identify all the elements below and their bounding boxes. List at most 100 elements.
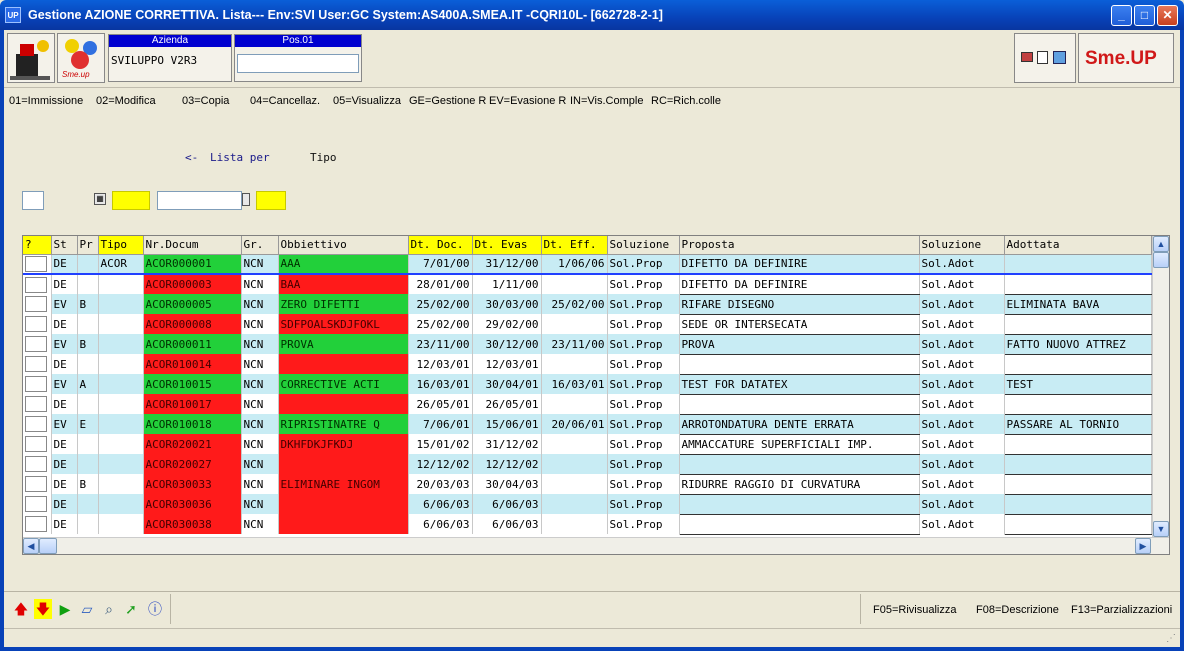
cell-sol: Sol.Prop xyxy=(607,334,680,354)
row-option-input[interactable] xyxy=(23,514,52,534)
table-row[interactable]: DE B ACOR030033 NCN ELIMINARE INGOM 20/03/03 3… xyxy=(23,474,1152,495)
cell-pr xyxy=(77,514,99,534)
azienda-value: SVILUPPO V2R3 xyxy=(111,54,198,67)
col-header-dt-eff[interactable]: Dt. Eff. xyxy=(541,236,608,255)
info-icon[interactable]: ⓘ xyxy=(146,599,164,619)
cell-dtev: 1/11/00 xyxy=(472,274,542,294)
cell-dteff xyxy=(541,454,608,474)
cursor-icon[interactable]: ➚ xyxy=(122,599,140,619)
vertical-scrollbar[interactable]: ▲ ▼ xyxy=(1152,236,1169,538)
scroll-right-icon[interactable]: ▶ xyxy=(1135,538,1151,554)
cell-obb: RIPRISTINATRE Q xyxy=(278,414,409,434)
row-option-input[interactable] xyxy=(23,294,52,314)
cell-obb xyxy=(278,514,409,534)
col-header-nr-docum[interactable]: Nr.Docum xyxy=(143,236,242,255)
table-row[interactable]: DE ACOR030036 NCN 6/06/03 6/06/03 Sol.Prop Sol… xyxy=(23,494,1152,515)
filter-input-3[interactable] xyxy=(157,191,242,210)
pos-input[interactable] xyxy=(237,54,359,73)
cell-dtdoc: 25/02/00 xyxy=(408,314,473,334)
cell-pr xyxy=(77,454,99,474)
scroll-down-icon[interactable]: ▼ xyxy=(1153,521,1169,537)
cell-sol2: Sol.Adot xyxy=(919,494,1005,514)
app-icon[interactable]: UP xyxy=(5,7,21,23)
row-option-input[interactable] xyxy=(23,494,52,514)
cell-st: DE xyxy=(51,514,78,534)
row-option-input[interactable] xyxy=(23,334,52,354)
filter-input-4[interactable] xyxy=(256,191,286,210)
col-header-soluzione[interactable]: Soluzione xyxy=(607,236,680,255)
table-row[interactable]: EV B ACOR000011 NCN PROVA 23/11/00 30/12/00 23/… xyxy=(23,334,1152,355)
monitor-icon[interactable] xyxy=(1021,52,1033,62)
scroll-left-icon[interactable]: ◀ xyxy=(23,538,39,554)
col-header-dt-doc[interactable]: Dt. Doc. xyxy=(408,236,473,255)
row-option-input[interactable] xyxy=(23,394,52,414)
minimize-button[interactable]: _ xyxy=(1111,5,1132,26)
table-row[interactable]: DE ACOR020021 NCN DKHFDKJFKDJ 15/01/02 31/12/… xyxy=(23,434,1152,455)
cell-sol2: Sol.Adot xyxy=(919,334,1005,354)
col-header-obbiettivo[interactable]: Obbiettivo xyxy=(278,236,409,255)
document-icon[interactable] xyxy=(1037,51,1048,64)
col-header-dt-evas[interactable]: Dt. Evas xyxy=(472,236,542,255)
fkey-f05[interactable]: F05=Rivisualizza xyxy=(873,604,956,616)
row-option-input[interactable] xyxy=(23,314,52,334)
search-icon[interactable]: ⌕ xyxy=(100,599,118,619)
cell-tipo xyxy=(98,294,144,314)
resize-grip-icon[interactable]: ⋰ xyxy=(1166,633,1176,644)
maximize-button[interactable]: □ xyxy=(1134,5,1155,26)
col-header-pr[interactable]: Pr xyxy=(77,236,99,255)
cell-tipo xyxy=(98,494,144,514)
table-row[interactable]: DE ACOR000003 NCN BAA 28/01/00 1/11/00 Sol.Pro… xyxy=(23,274,1152,295)
row-option-input[interactable] xyxy=(23,354,52,374)
cell-pr xyxy=(77,254,99,275)
filter-input-1[interactable] xyxy=(22,191,44,210)
table-row[interactable]: EV E ACOR010018 NCN RIPRISTINATRE Q 7/06/01 15… xyxy=(23,414,1152,435)
filter-input-2[interactable] xyxy=(112,191,150,210)
row-option-input[interactable] xyxy=(23,254,52,275)
row-option-input[interactable] xyxy=(23,454,52,474)
scroll-up-icon[interactable]: ▲ xyxy=(1153,236,1169,252)
col-header-soluzione-2[interactable]: Soluzione xyxy=(919,236,1005,255)
scroll-thumb[interactable] xyxy=(1153,252,1169,268)
cube-icon[interactable] xyxy=(1053,51,1066,64)
table-row[interactable]: DE ACOR010017 NCN 26/05/01 26/05/01 Sol.Prop S… xyxy=(23,394,1152,415)
hscroll-thumb[interactable] xyxy=(39,538,57,554)
cell-prop xyxy=(679,514,920,535)
col-header-gr[interactable]: Gr. xyxy=(241,236,279,255)
table-row[interactable]: EV A ACOR010015 NCN CORRECTIVE ACTI 16/03/01 3… xyxy=(23,374,1152,395)
fkey-f08[interactable]: F08=Descrizione xyxy=(976,604,1059,616)
table-row[interactable]: DE ACOR010014 NCN 12/03/01 12/03/01 Sol.Prop S… xyxy=(23,354,1152,375)
cell-dteff xyxy=(541,314,608,334)
play-icon[interactable]: ▶ xyxy=(56,599,74,619)
col-header-tipo[interactable]: Tipo xyxy=(98,236,144,255)
smeup-logo-icon[interactable]: Sme.up xyxy=(57,33,105,83)
col-header-st[interactable]: St xyxy=(51,236,78,255)
row-option-input[interactable] xyxy=(23,274,52,294)
row-option-input[interactable] xyxy=(23,474,52,494)
arrow-down-icon[interactable]: 🡇 xyxy=(34,599,52,619)
spin-icon[interactable] xyxy=(242,193,250,206)
col-header-proposta[interactable]: Proposta xyxy=(679,236,920,255)
arrow-up-icon[interactable]: 🡅 xyxy=(12,599,30,619)
close-button[interactable]: ✕ xyxy=(1157,5,1178,26)
cell-sol: Sol.Prop xyxy=(607,354,680,374)
col-header-select[interactable]: ? xyxy=(23,236,52,255)
data-table: ? St Pr Tipo Nr.Docum Gr. Obbiettivo Dt.… xyxy=(23,236,1152,535)
divider xyxy=(170,594,171,624)
eraser-icon[interactable]: ▱ xyxy=(78,599,96,619)
horizontal-scrollbar[interactable]: ◀ ▶ xyxy=(23,537,1169,554)
cell-prop: AMMACCATURE SUPERFICIALI IMP. xyxy=(679,434,920,455)
row-option-input[interactable] xyxy=(23,374,52,394)
cell-dtev: 12/12/02 xyxy=(472,454,542,474)
table-row[interactable]: DE ACOR ACOR000001 NCN AAA 7/01/00 31/12/00 1/0… xyxy=(23,254,1152,275)
table-row[interactable]: DE ACOR030038 NCN 6/06/03 6/06/03 Sol.Prop Sol… xyxy=(23,514,1152,535)
row-option-input[interactable] xyxy=(23,414,52,434)
cell-ado: TEST xyxy=(1004,374,1152,395)
machine-icon[interactable] xyxy=(7,33,55,83)
table-row[interactable]: DE ACOR020027 NCN 12/12/02 12/12/02 Sol.Prop S… xyxy=(23,454,1152,475)
table-row[interactable]: EV B ACOR000005 NCN ZERO DIFETTI 25/02/00 30/0… xyxy=(23,294,1152,315)
grid-toggle-icon[interactable]: ▦ xyxy=(94,193,106,205)
col-header-adottata[interactable]: Adottata xyxy=(1004,236,1152,255)
table-row[interactable]: DE ACOR000008 NCN SDFPOALSKDJFOKL 25/02/00 29… xyxy=(23,314,1152,335)
row-option-input[interactable] xyxy=(23,434,52,454)
fkey-f13[interactable]: F13=Parzializzazioni xyxy=(1071,604,1172,616)
